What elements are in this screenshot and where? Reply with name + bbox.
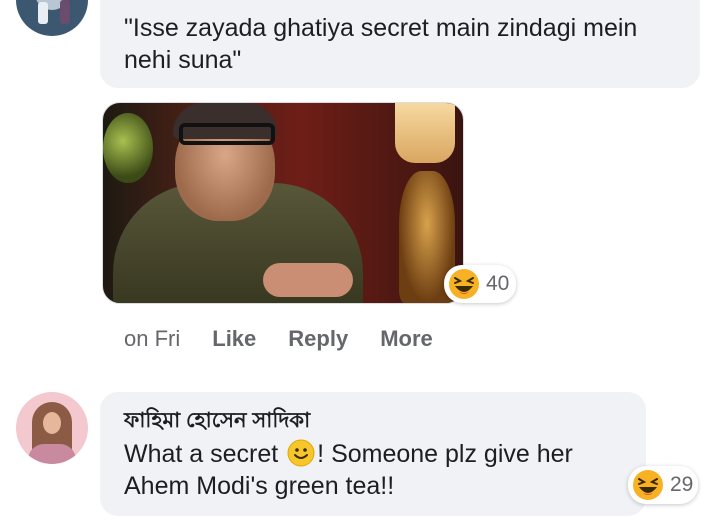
- photo-lamp-shade: [395, 103, 455, 163]
- reply-button[interactable]: Reply: [288, 326, 348, 352]
- reaction-summary[interactable]: 40: [444, 265, 516, 303]
- comment-actions: on Fri Like Reply More: [124, 322, 433, 356]
- comment-text: What a secret ! Someone plz give her Ahe…: [124, 438, 634, 502]
- comment-bubble: ফাহিমা হোসেন সাদিকা What a secret ! Some…: [100, 392, 646, 516]
- reaction-count: 29: [670, 473, 694, 496]
- comment-bubble: "Isse zayada ghatiya secret main zindagi…: [100, 0, 700, 88]
- photo-plant: [103, 113, 153, 183]
- comment-photo-attachment[interactable]: [102, 102, 464, 304]
- avatar-body: [28, 444, 76, 464]
- comment-text: "Isse zayada ghatiya secret main zindagi…: [124, 14, 638, 74]
- photo-person-hands: [263, 263, 353, 297]
- avatar-figure: [60, 0, 70, 24]
- photo-person-glasses: [179, 123, 275, 145]
- smiling-face-icon: [287, 439, 315, 467]
- commenter-avatar[interactable]: [16, 0, 88, 36]
- comment-text-part: What a secret: [124, 440, 286, 468]
- haha-emoji-icon: [633, 470, 663, 500]
- avatar-face: [43, 412, 61, 434]
- avatar-figure: [38, 2, 48, 24]
- more-button[interactable]: More: [380, 326, 433, 352]
- like-button[interactable]: Like: [212, 326, 256, 352]
- comment-author-name[interactable]: ফাহিমা হোসেন সাদিকা: [124, 404, 310, 439]
- commenter-avatar[interactable]: [16, 392, 88, 464]
- reaction-summary[interactable]: 29: [628, 466, 698, 504]
- comment-timestamp[interactable]: on Fri: [124, 326, 180, 352]
- reaction-count: 40: [486, 272, 510, 295]
- haha-emoji-icon: [449, 269, 479, 299]
